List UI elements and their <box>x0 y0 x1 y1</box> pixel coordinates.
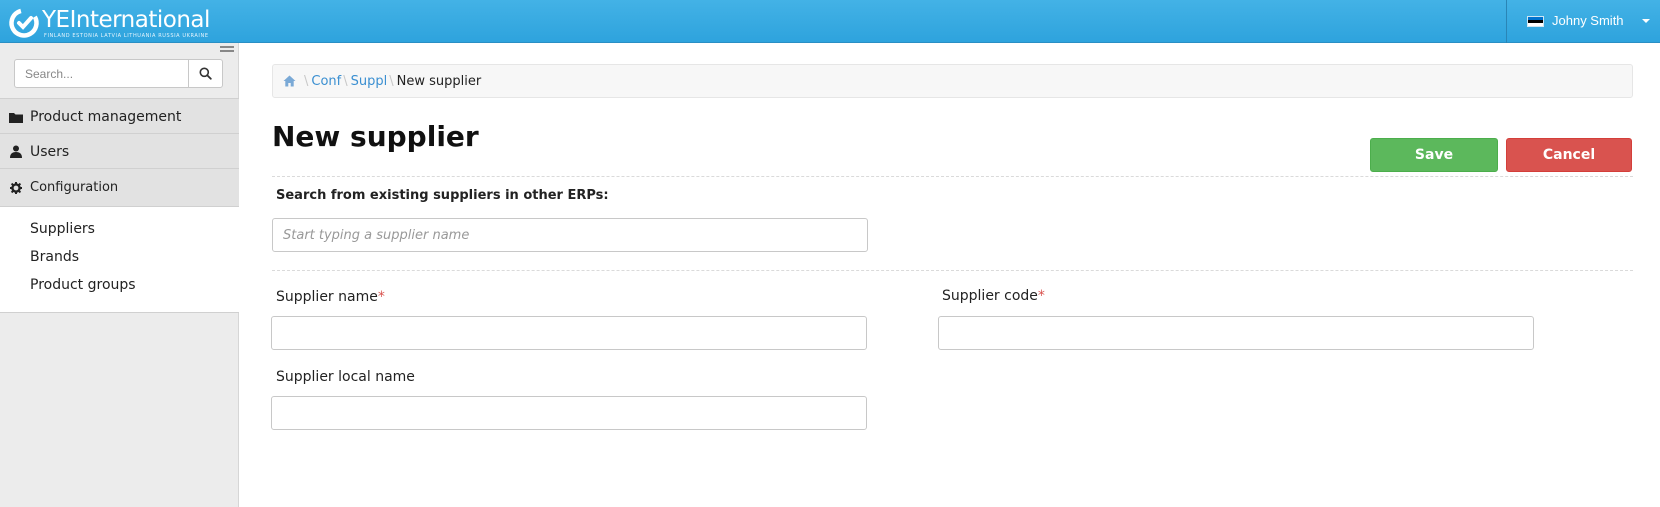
sidebar-collapse-icon[interactable] <box>220 46 234 56</box>
supplier-local-name-input[interactable] <box>271 396 867 430</box>
user-name: Johny Smith <box>1552 13 1624 28</box>
required-marker: * <box>1037 288 1045 304</box>
nav-item-users[interactable]: Users <box>0 133 239 169</box>
gear-icon <box>9 181 23 195</box>
logo-text: YEInternational <box>42 7 210 33</box>
breadcrumb-separator: \ <box>304 73 309 89</box>
cancel-button[interactable]: Cancel <box>1506 138 1632 172</box>
breadcrumb-current: New supplier <box>396 73 482 89</box>
sidebar-search <box>14 59 223 88</box>
sidebar-search-input[interactable] <box>14 59 189 88</box>
home-icon[interactable] <box>283 75 296 87</box>
sidebar: Product management Users Configuration S… <box>0 43 239 507</box>
breadcrumb-separator: \ <box>343 73 348 89</box>
existing-supplier-search-label: Search from existing suppliers in other … <box>276 188 609 203</box>
subnav-item-suppliers[interactable]: Suppliers <box>30 221 95 237</box>
logo-subtitle: FINLAND ESTONIA LATVIA LITHUANIA RUSSIA … <box>44 33 209 39</box>
required-marker: * <box>377 289 385 305</box>
breadcrumb-link-suppliers[interactable]: Suppl <box>351 74 388 89</box>
divider <box>272 270 1633 271</box>
breadcrumb-separator: \ <box>389 73 394 89</box>
nav-item-label: Users <box>30 143 70 160</box>
supplier-local-name-label: Supplier local name <box>276 369 415 385</box>
search-button[interactable] <box>188 59 223 88</box>
subnav-item-brands[interactable]: Brands <box>30 249 79 265</box>
supplier-code-input[interactable] <box>938 316 1534 350</box>
breadcrumb-link-configuration[interactable]: Conf <box>311 74 341 89</box>
user-menu[interactable]: Johny Smith <box>1506 0 1660 43</box>
nav-item-label: Product management <box>30 108 182 125</box>
supplier-code-label-text: Supplier code <box>942 288 1038 304</box>
nav-item-configuration[interactable]: Configuration <box>0 168 239 206</box>
top-bar: YEInternational FINLAND ESTONIA LATVIA L… <box>0 0 1660 43</box>
estonia-flag-icon <box>1527 16 1544 27</box>
divider <box>272 176 1633 177</box>
supplier-name-input[interactable] <box>271 316 867 350</box>
user-icon <box>9 145 23 159</box>
nav-item-label: Configuration <box>30 180 119 195</box>
breadcrumb: \ Conf \ Suppl \ New supplier <box>272 64 1633 98</box>
chevron-down-icon <box>1642 19 1650 23</box>
existing-supplier-search-input[interactable] <box>272 218 868 252</box>
supplier-name-label: Supplier name* <box>276 289 385 305</box>
nav-item-product-management[interactable]: Product management <box>0 98 239 134</box>
supplier-name-label-text: Supplier name <box>276 289 378 305</box>
folder-icon <box>9 110 23 124</box>
configuration-submenu: Suppliers Brands Product groups <box>0 206 239 313</box>
save-button[interactable]: Save <box>1370 138 1498 172</box>
supplier-code-label: Supplier code* <box>942 288 1045 304</box>
search-icon <box>199 67 212 80</box>
logo-mark-icon <box>9 8 39 38</box>
page-title: New supplier <box>272 120 479 153</box>
subnav-item-product-groups[interactable]: Product groups <box>30 277 136 293</box>
